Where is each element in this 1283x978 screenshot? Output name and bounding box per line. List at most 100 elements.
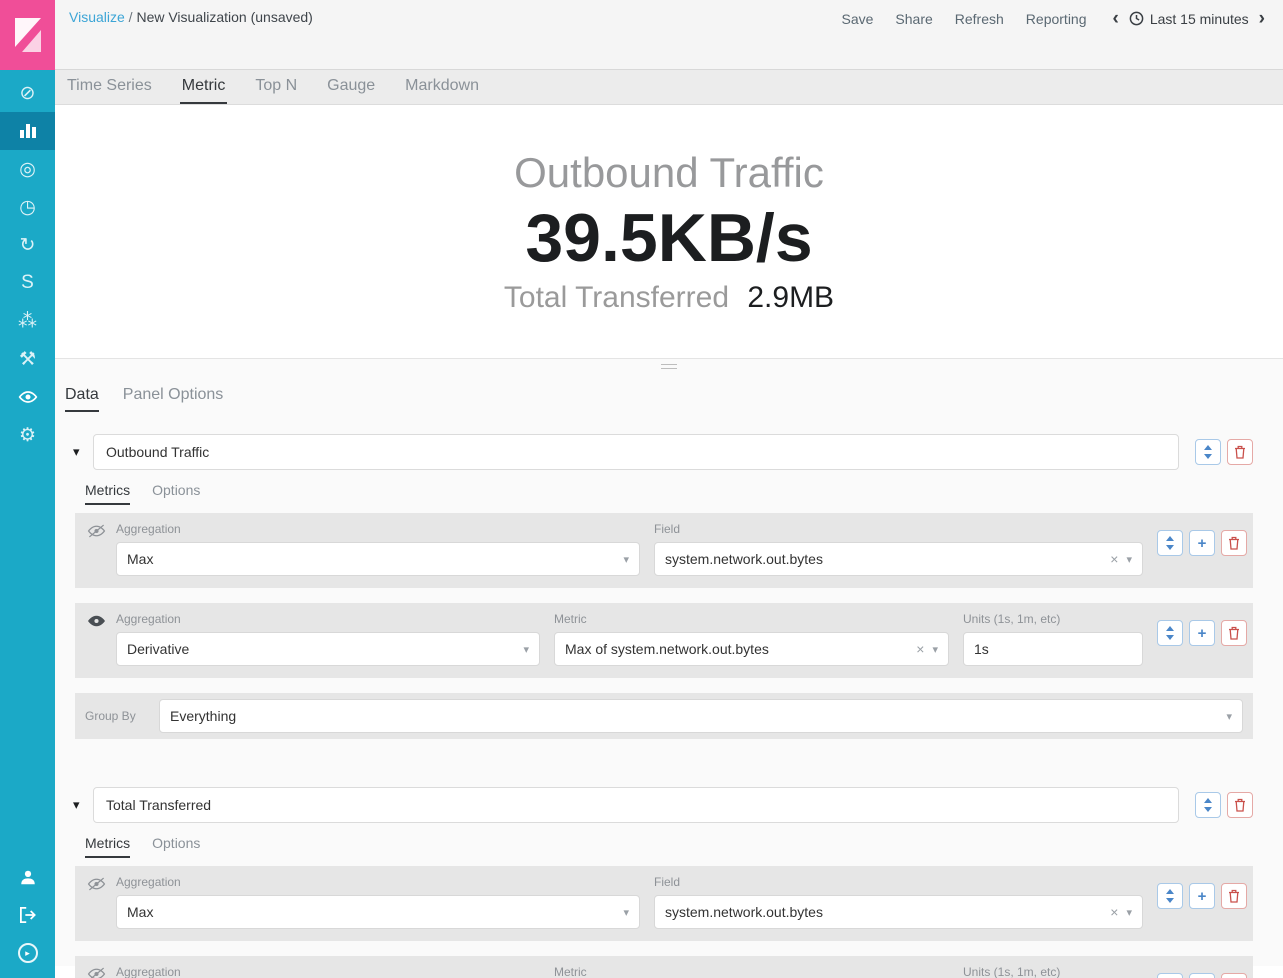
aggregation-label: Aggregation	[116, 875, 640, 889]
visibility-toggle-eye-slash-icon[interactable]	[87, 967, 106, 978]
group-by-label: Group By	[85, 709, 141, 723]
add-metric-button[interactable]: +	[1189, 883, 1215, 909]
save-button[interactable]: Save	[841, 11, 873, 27]
visibility-toggle-eye-slash-icon[interactable]	[87, 877, 106, 891]
units-label: Units (1s, 1m, etc)	[963, 965, 1143, 978]
metric-row: Aggregation ▾ Metric ▾ Units (1s, 1m, et…	[75, 956, 1253, 978]
units-input[interactable]	[963, 632, 1143, 666]
clear-icon[interactable]: ×	[916, 641, 924, 657]
chevron-down-icon: ▾	[932, 643, 938, 656]
aggregation-select[interactable]: Derivative ▾	[116, 632, 540, 666]
logout-icon[interactable]	[0, 896, 55, 934]
series-reorder-button[interactable]	[1195, 439, 1221, 465]
dev-tools-icon[interactable]: ⚒	[0, 340, 55, 378]
s-plugin-icon[interactable]: S	[0, 264, 55, 302]
clock-icon	[1129, 11, 1144, 26]
ml-icon[interactable]: ⁂	[0, 302, 55, 340]
time-back-button[interactable]: ‹	[1113, 9, 1119, 28]
chevron-down-icon: ▾	[1126, 906, 1132, 919]
tab-top-n[interactable]: Top N	[253, 70, 299, 104]
metric-reorder-button[interactable]	[1157, 530, 1183, 556]
tab-time-series[interactable]: Time Series	[65, 70, 154, 104]
metric-reorder-button[interactable]	[1157, 620, 1183, 646]
field-combobox[interactable]: system.network.out.bytes × ▾	[654, 542, 1143, 576]
metric-row: Aggregation Max ▾ Field system.network.o…	[75, 513, 1253, 588]
add-metric-button[interactable]: +	[1189, 973, 1215, 978]
clear-icon[interactable]: ×	[1110, 904, 1118, 920]
account-icon[interactable]	[0, 858, 55, 896]
dashboard-icon[interactable]: ◎	[0, 150, 55, 188]
field-combobox[interactable]: system.network.out.bytes × ▾	[654, 895, 1143, 929]
metric-row: Aggregation Derivative ▾ Metric Max of s…	[75, 603, 1253, 678]
subtab-metrics[interactable]: Metrics	[85, 835, 130, 858]
delete-metric-button[interactable]	[1221, 620, 1247, 646]
share-button[interactable]: Share	[895, 11, 932, 27]
breadcrumb-visualize-link[interactable]: Visualize	[69, 9, 125, 25]
chevron-down-icon: ▾	[1226, 710, 1232, 723]
apm-icon[interactable]: ↻	[0, 226, 55, 264]
breadcrumb: Visualize / New Visualization (unsaved)	[69, 9, 313, 25]
series-collapse-caret-icon[interactable]: ▾	[73, 444, 85, 460]
add-metric-button[interactable]: +	[1189, 530, 1215, 556]
visualize-icon[interactable]	[0, 112, 55, 150]
metric-secondary: Total Transferred 2.9MB	[504, 281, 834, 315]
discover-icon[interactable]: ⊘	[0, 74, 55, 112]
visibility-toggle-eye-slash-icon[interactable]	[87, 524, 106, 538]
metric-reorder-button[interactable]	[1157, 973, 1183, 978]
group-by-select[interactable]: Everything ▾	[159, 699, 1243, 733]
clear-icon[interactable]: ×	[1110, 551, 1118, 567]
series-delete-button[interactable]	[1227, 439, 1253, 465]
series-total-transferred: ▾ Metrics Option	[55, 787, 1283, 978]
management-icon[interactable]: ⚙	[0, 416, 55, 454]
time-forward-button[interactable]: ›	[1259, 9, 1265, 28]
metric-reorder-button[interactable]	[1157, 883, 1183, 909]
refresh-button[interactable]: Refresh	[955, 11, 1004, 27]
tab-metric[interactable]: Metric	[180, 70, 228, 104]
series-delete-button[interactable]	[1227, 792, 1253, 818]
tab-gauge[interactable]: Gauge	[325, 70, 377, 104]
breadcrumb-separator: /	[129, 9, 133, 25]
chevron-down-icon: ▾	[1126, 553, 1132, 566]
visibility-toggle-eye-icon[interactable]	[87, 614, 106, 628]
subtab-metrics[interactable]: Metrics	[85, 482, 130, 505]
aggregation-label: Aggregation	[116, 612, 540, 626]
series-subtabs: Metrics Options	[55, 482, 1283, 505]
help-icon[interactable]: ▸	[0, 934, 55, 972]
subtab-options[interactable]: Options	[152, 482, 200, 505]
series-collapse-caret-icon[interactable]: ▾	[73, 797, 85, 813]
editor-tabs: Data Panel Options	[55, 374, 1283, 412]
aggregation-select[interactable]: Max ▾	[116, 895, 640, 929]
kibana-logo[interactable]	[0, 0, 55, 70]
chevron-down-icon: ▾	[623, 906, 629, 919]
metric-visualization: Outbound Traffic 39.5KB/s Total Transfer…	[55, 105, 1283, 358]
monitoring-icon[interactable]	[0, 378, 55, 416]
series-label-input[interactable]	[93, 434, 1179, 470]
group-by-row: Group By Everything ▾	[75, 693, 1253, 739]
tab-data[interactable]: Data	[65, 386, 99, 412]
panel-resize-handle[interactable]	[55, 358, 1283, 374]
add-metric-button[interactable]: +	[1189, 620, 1215, 646]
global-nav-sidebar: ⊘ ◎ ◷ ↻ S ⁂ ⚒ ⚙	[0, 0, 55, 978]
tab-panel-options[interactable]: Panel Options	[123, 386, 224, 412]
time-picker-button[interactable]: Last 15 minutes	[1129, 11, 1249, 27]
delete-metric-button[interactable]	[1221, 530, 1247, 556]
timelion-icon[interactable]: ◷	[0, 188, 55, 226]
series-subtabs: Metrics Options	[55, 835, 1283, 858]
metric-label: Metric	[554, 612, 949, 626]
tab-markdown[interactable]: Markdown	[403, 70, 481, 104]
delete-metric-button[interactable]	[1221, 973, 1247, 978]
delete-metric-button[interactable]	[1221, 883, 1247, 909]
subtab-options[interactable]: Options	[152, 835, 200, 858]
kibana-logo-icon	[13, 17, 43, 53]
metric-combobox[interactable]: Max of system.network.out.bytes × ▾	[554, 632, 949, 666]
aggregation-select[interactable]: Max ▾	[116, 542, 640, 576]
breadcrumb-current: New Visualization (unsaved)	[136, 9, 312, 25]
series-reorder-button[interactable]	[1195, 792, 1221, 818]
app-topbar: Visualize / New Visualization (unsaved) …	[55, 0, 1283, 70]
series-label-input[interactable]	[93, 787, 1179, 823]
metric-secondary-value: 2.9MB	[747, 281, 834, 314]
reporting-button[interactable]: Reporting	[1026, 11, 1087, 27]
chevron-down-icon: ▾	[523, 643, 529, 656]
series-outbound-traffic: ▾ Metrics Option	[55, 434, 1283, 739]
field-label: Field	[654, 522, 1143, 536]
